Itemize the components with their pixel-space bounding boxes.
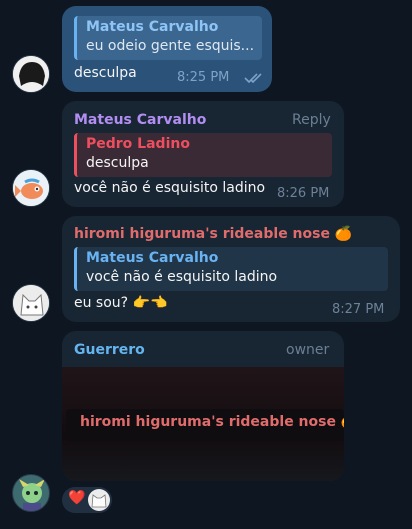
double-check-icon [244,73,262,84]
avatar-fish-icon [13,170,49,206]
avatar-character-icon [13,475,49,511]
sender-name[interactable]: Guerrero [74,342,145,358]
message-text: você não é esquisito ladino [74,180,266,196]
quote-block[interactable]: Mateus Carvalho eu odeio gente esquis... [74,16,262,60]
reply-label: Reply [292,112,331,128]
quote-text: você não é esquisito ladino [86,269,278,285]
quote-sender: Mateus Carvalho [86,250,219,266]
avatar-1[interactable] [12,55,50,93]
message-time: 8:25 PM [177,70,230,85]
message-bubble-2[interactable]: Mateus Carvalho Reply Pedro Ladino descu… [62,101,344,207]
quote-block[interactable]: Pedro Ladino desculpa [74,133,332,177]
media-preview[interactable]: hiromi higuruma's rideable nose 🍊 [62,367,344,481]
message-time: 8:27 PM [332,302,385,317]
avatar-4[interactable] [12,474,50,512]
heart-icon: ❤️ [68,490,86,506]
quote-text: desculpa [86,155,149,171]
sender-name[interactable]: Mateus Carvalho [74,112,206,128]
avatar-anime-icon [13,56,49,92]
reactor-cat-icon [91,494,107,508]
message-bubble-3[interactable]: hiromi higuruma's rideable nose 🍊 Mateus… [62,216,400,322]
media-caption: hiromi higuruma's rideable nose 🍊 [80,414,344,430]
quote-sender: Mateus Carvalho [86,19,219,35]
avatar-2[interactable] [12,169,50,207]
quote-sender: Pedro Ladino [86,136,190,152]
message-text: eu sou? 👉👈 [74,295,168,311]
message-bubble-4[interactable]: Guerrero owner hiromi higuruma's rideabl… [62,331,344,481]
message-time: 8:26 PM [277,186,330,201]
message-text: desculpa [74,65,137,81]
quote-block[interactable]: Mateus Carvalho você não é esquisito lad… [74,247,388,291]
avatar-cat-icon [13,285,49,321]
sender-name[interactable]: hiromi higuruma's rideable nose 🍊 [74,226,352,242]
quote-text: eu odeio gente esquis... [86,38,255,54]
message-bubble-1[interactable]: Mateus Carvalho eu odeio gente esquis...… [62,6,272,92]
reactor-avatar [88,489,110,511]
owner-badge: owner [286,342,330,358]
avatar-3[interactable] [12,284,50,322]
reaction-chip[interactable]: ❤️ [62,487,112,513]
